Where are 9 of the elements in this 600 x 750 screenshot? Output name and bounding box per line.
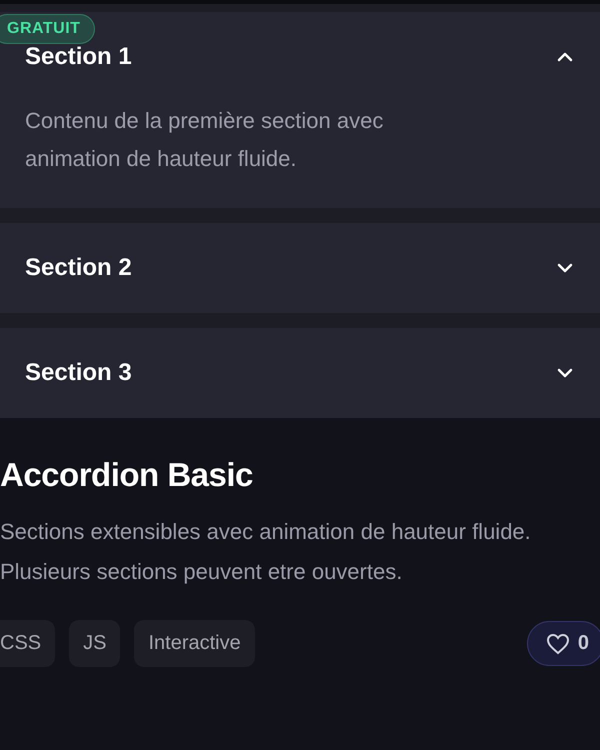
accordion-header[interactable]: Section 3	[0, 328, 600, 418]
card-description: Sections extensibles avec animation de hauteur fluide. Plusieurs sections peuvent etre ouvertes.	[0, 518, 532, 586]
like-button[interactable]: 0	[526, 621, 600, 666]
tag: JS	[69, 620, 120, 667]
accordion-header[interactable]: Section 2	[0, 223, 600, 313]
card-title: Accordion Basic	[0, 456, 254, 494]
tag: CSS	[0, 620, 56, 667]
section-content: Contenu de la première section avec animation de hauteur fluide.	[24, 107, 384, 173]
tag: Interactive	[134, 620, 255, 667]
